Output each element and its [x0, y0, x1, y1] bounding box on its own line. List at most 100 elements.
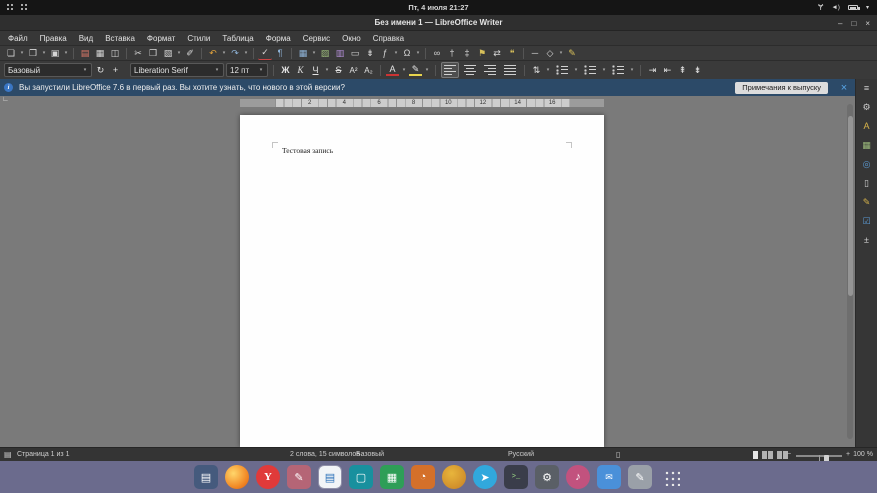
- menu-window[interactable]: Окно: [336, 31, 367, 45]
- styles-deck-icon[interactable]: A: [859, 120, 875, 132]
- open-icon[interactable]: ❐: [26, 47, 40, 60]
- special-character-icon[interactable]: Ω: [400, 47, 414, 60]
- draw-functions-icon[interactable]: ✎: [565, 47, 579, 60]
- document-status-icon[interactable]: ▤: [4, 448, 12, 462]
- document-page[interactable]: Тестовая запись: [240, 115, 604, 447]
- superscript-button[interactable]: A²: [347, 64, 360, 77]
- save-status-icon[interactable]: ▯: [616, 448, 620, 462]
- line-spacing-dropdown-icon[interactable]: ▾: [545, 67, 551, 73]
- numbered-list-dropdown-icon[interactable]: ▾: [601, 67, 607, 73]
- volume-icon[interactable]: ◄): [831, 4, 840, 11]
- insert-field-dropdown-icon[interactable]: ▾: [393, 50, 399, 56]
- highlight-color-dropdown-icon[interactable]: ▾: [424, 67, 430, 73]
- print-icon[interactable]: ▦: [93, 47, 107, 60]
- properties-deck-icon[interactable]: ⚙: [859, 101, 875, 113]
- page-break-icon[interactable]: ⇟: [363, 47, 377, 60]
- paste-dropdown-icon[interactable]: ▾: [176, 50, 182, 56]
- save-dropdown-icon[interactable]: ▾: [63, 50, 69, 56]
- align-center-button[interactable]: [461, 62, 479, 78]
- style-inspector-deck-icon[interactable]: ✎: [859, 196, 875, 208]
- menu-insert[interactable]: Вставка: [99, 31, 141, 45]
- text-language[interactable]: Русский: [508, 448, 534, 462]
- bullet-list-dropdown-icon[interactable]: ▾: [573, 67, 579, 73]
- export-pdf-icon[interactable]: ▤: [78, 47, 92, 60]
- special-character-dropdown-icon[interactable]: ▾: [415, 50, 421, 56]
- menu-styles[interactable]: Стили: [181, 31, 216, 45]
- comment-icon[interactable]: ❝: [505, 47, 519, 60]
- menu-edit[interactable]: Правка: [34, 31, 73, 45]
- gallery-deck-icon[interactable]: ▦: [859, 139, 875, 151]
- page-deck-icon[interactable]: ▯: [859, 177, 875, 189]
- formatting-marks-icon[interactable]: ¶: [273, 47, 287, 60]
- strikethrough-button[interactable]: S: [332, 64, 345, 77]
- dock-icon-telegram[interactable]: ➤: [473, 465, 497, 489]
- dock-icon-yandex-browser[interactable]: Y: [256, 465, 280, 489]
- decrease-paragraph-spacing-icon[interactable]: ⇟: [691, 64, 704, 77]
- insert-table-icon[interactable]: ▦: [296, 47, 310, 60]
- line-spacing-icon[interactable]: ⇅: [530, 64, 543, 77]
- dock-icon-graphics-editor[interactable]: ✎: [287, 465, 311, 489]
- dock-icon-music-player[interactable]: ♪: [566, 465, 590, 489]
- single-page-view-icon[interactable]: [753, 451, 758, 459]
- system-menu-chevron-icon[interactable]: ▾: [866, 4, 869, 11]
- outline-list-dropdown-icon[interactable]: ▾: [629, 67, 635, 73]
- clone-formatting-icon[interactable]: ✐: [183, 47, 197, 60]
- accessibility-check-deck-icon[interactable]: ☑: [859, 215, 875, 227]
- dock-icon-libreoffice-impress[interactable]: ◔: [411, 465, 435, 489]
- zoom-slider[interactable]: [796, 455, 842, 457]
- sidebar-settings-icon[interactable]: ≡: [859, 82, 875, 94]
- basic-shapes-icon[interactable]: ◇: [543, 47, 557, 60]
- menu-tools[interactable]: Сервис: [297, 31, 336, 45]
- paragraph-style-dropdown-icon[interactable]: ▾: [82, 67, 88, 73]
- dock-icon-libreoffice-start-center[interactable]: ▢: [349, 465, 373, 489]
- new-doc-dropdown-icon[interactable]: ▾: [19, 50, 25, 56]
- show-applications-icon[interactable]: [659, 465, 683, 489]
- open-dropdown-icon[interactable]: ▾: [41, 50, 47, 56]
- insert-image-icon[interactable]: ▨: [318, 47, 332, 60]
- vertical-scrollbar-thumb[interactable]: [848, 116, 853, 296]
- font-size-dropdown-icon[interactable]: ▾: [258, 67, 264, 73]
- insert-textbox-icon[interactable]: ▭: [348, 47, 362, 60]
- cross-reference-icon[interactable]: ⇄: [490, 47, 504, 60]
- undo-dropdown-icon[interactable]: ▾: [221, 50, 227, 56]
- font-color-dropdown-icon[interactable]: ▾: [401, 67, 407, 73]
- dock-icon-settings[interactable]: ⚙: [535, 465, 559, 489]
- menu-view[interactable]: Вид: [73, 31, 99, 45]
- undo-icon[interactable]: ↶: [206, 47, 220, 60]
- menu-file[interactable]: Файл: [2, 31, 34, 45]
- ruler-text-area[interactable]: 2 4 6 8 10 12 14 16: [275, 99, 570, 107]
- copy-icon[interactable]: ❒: [146, 47, 160, 60]
- insert-field-icon[interactable]: ƒ: [378, 47, 392, 60]
- insert-table-dropdown-icon[interactable]: ▾: [311, 50, 317, 56]
- navigator-deck-icon[interactable]: ◎: [859, 158, 875, 170]
- release-notes-button[interactable]: Примечания к выпуску: [735, 82, 828, 94]
- underline-button[interactable]: Ч: [309, 64, 322, 77]
- outline-list-button[interactable]: [609, 62, 627, 78]
- spelling-icon[interactable]: ✓: [258, 47, 272, 60]
- menu-help[interactable]: Справка: [367, 31, 410, 45]
- save-icon[interactable]: ▣: [48, 47, 62, 60]
- menu-form[interactable]: Форма: [260, 31, 297, 45]
- dock-icon-mail[interactable]: ✉: [597, 465, 621, 489]
- tab-stop-selector[interactable]: ∟: [2, 96, 9, 103]
- workspace-indicator-icon[interactable]: [20, 3, 28, 11]
- align-right-button[interactable]: [481, 62, 499, 78]
- dock-icon-files[interactable]: ▤: [194, 465, 218, 489]
- zoom-out-icon[interactable]: −: [787, 448, 791, 462]
- dock-icon-software-center[interactable]: [442, 465, 466, 489]
- input-method-icon[interactable]: Ɏ: [818, 3, 823, 12]
- footnote-icon[interactable]: †: [445, 47, 459, 60]
- vertical-scrollbar[interactable]: [847, 104, 853, 439]
- dock-icon-libreoffice-writer[interactable]: ▤: [319, 466, 341, 488]
- hyperlink-icon[interactable]: ∞: [430, 47, 444, 60]
- menu-table[interactable]: Таблица: [216, 31, 259, 45]
- underline-dropdown-icon[interactable]: ▾: [324, 67, 330, 73]
- clock[interactable]: Пт, 4 июля 21:27: [408, 3, 468, 12]
- manage-changes-deck-icon[interactable]: ±: [859, 234, 875, 246]
- numbered-list-button[interactable]: [581, 62, 599, 78]
- maximize-button[interactable]: □: [851, 19, 856, 28]
- minimize-button[interactable]: –: [838, 19, 842, 28]
- italic-button[interactable]: К: [294, 64, 307, 77]
- close-button[interactable]: ×: [865, 19, 870, 28]
- print-preview-icon[interactable]: ◫: [108, 47, 122, 60]
